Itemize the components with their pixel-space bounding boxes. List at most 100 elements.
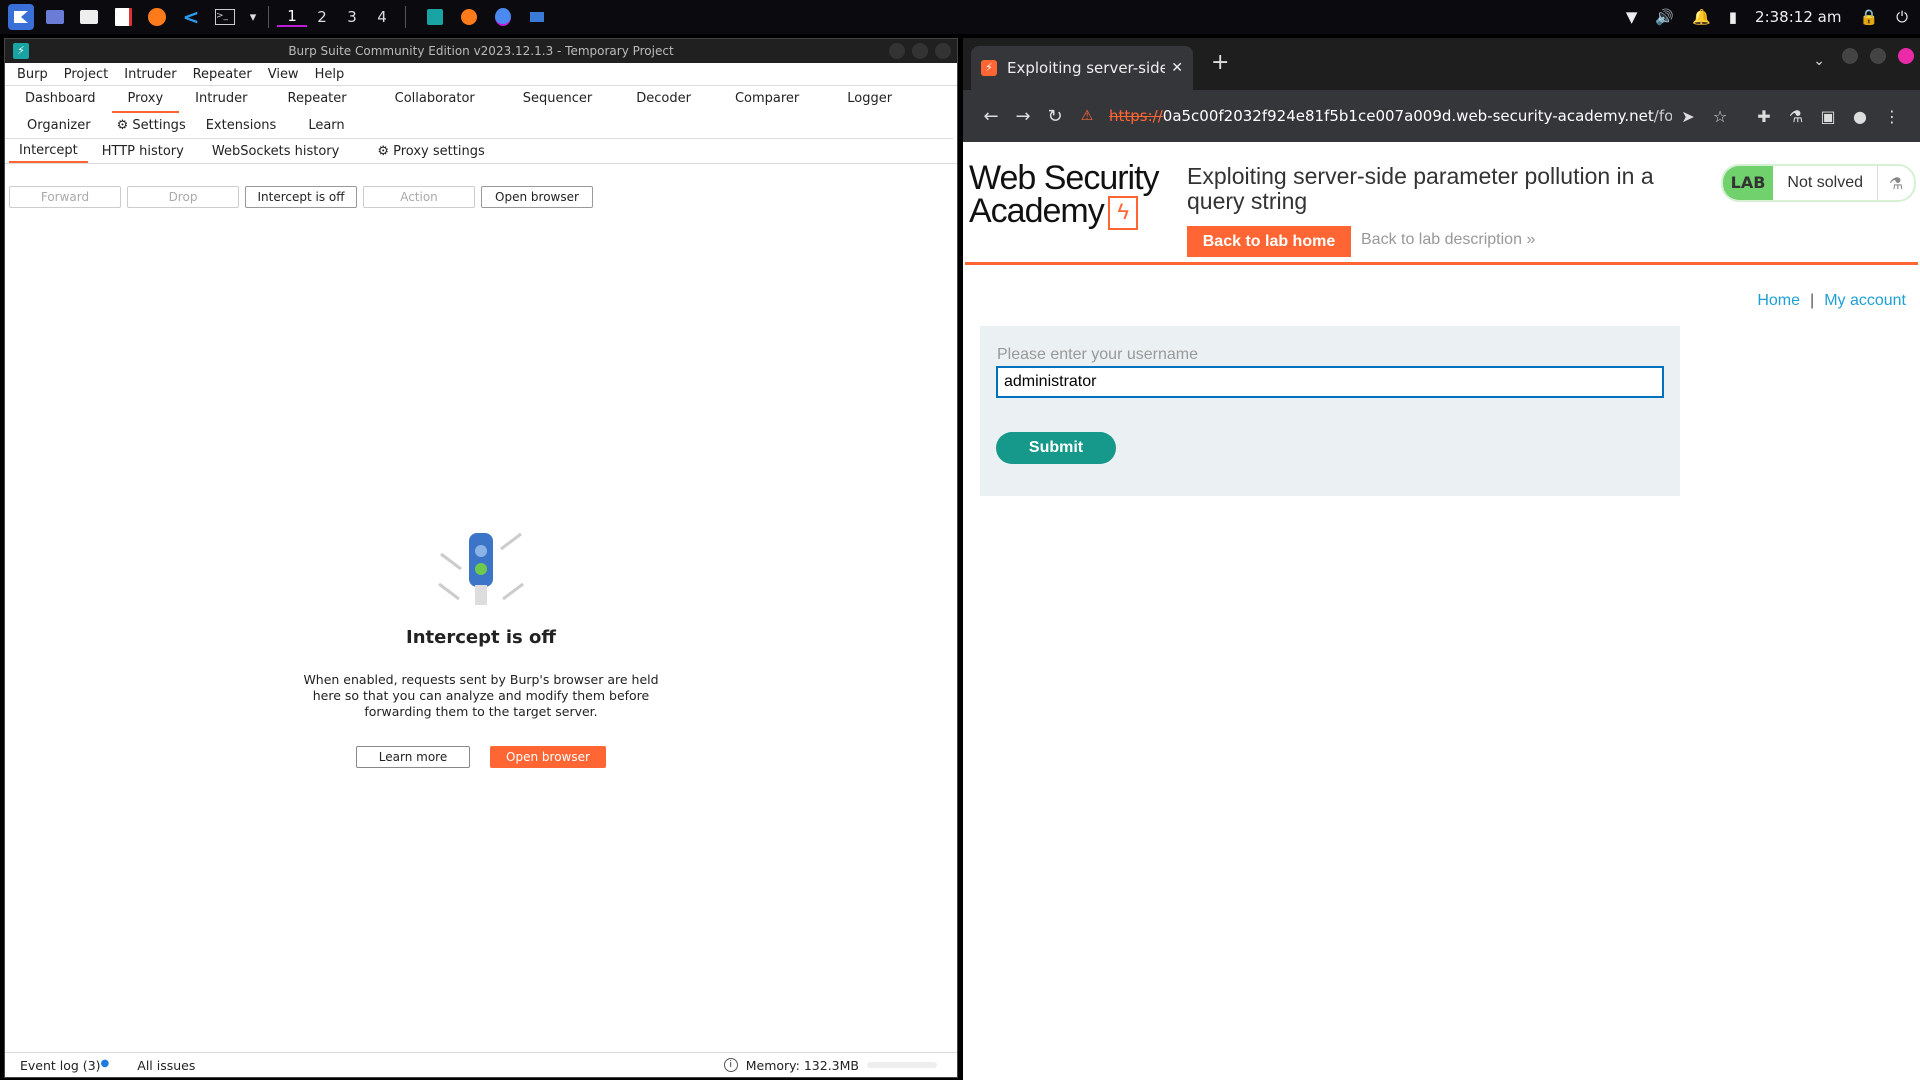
info-icon: i [723,1058,738,1072]
event-log-link[interactable]: Event log (3)● [20,1058,109,1073]
tab-settings[interactable]: ⚙ Settings [109,115,194,138]
home-link[interactable]: Home [1757,292,1800,309]
menu-project[interactable]: Project [56,67,116,82]
document-icon[interactable] [110,4,136,30]
tab-collaborator[interactable]: Collaborator [371,88,499,111]
url-host: 0a5c00f2032f924e81f5b1ce007a009d.web-sec… [1162,107,1654,125]
back-to-lab-home-button[interactable]: Back to lab home [1187,226,1351,257]
burp-window-title: Burp Suite Community Edition v2023.12.1.… [288,44,674,58]
window-taskbar-icon[interactable] [524,4,550,30]
menu-burp[interactable]: Burp [9,67,56,82]
portswigger-favicon-icon: ⚡ [981,60,997,76]
lock-icon[interactable]: 🔒 [1859,8,1878,26]
forgot-password-form: Please enter your username Submit [980,326,1680,496]
menu-help[interactable]: Help [307,67,353,82]
maximize-button[interactable] [1870,48,1886,64]
clock[interactable]: 2:38:12 am [1755,8,1841,26]
subtab-proxy-settings[interactable]: ⚙ Proxy settings [363,141,498,162]
event-log-label: Event log (3) [20,1057,101,1073]
reload-icon[interactable]: ↻ [1039,106,1071,127]
wifi-icon[interactable]: ▼ [1626,8,1638,26]
menu-view[interactable]: View [260,67,307,82]
lab-badge: LAB [1722,166,1774,200]
chromium-taskbar-icon[interactable] [490,4,516,30]
intercept-toolbar: Forward Drop Intercept is off Action Ope… [5,186,957,208]
profile-icon[interactable]: ● [1844,107,1876,126]
system-tray: ▼ 🔊 🔔 ▮ 2:38:12 am 🔒 ⏻ [1626,0,1908,34]
close-button[interactable] [1898,48,1914,64]
address-bar[interactable]: https://0a5c00f2032f924e81f5b1ce007a009d… [1109,99,1672,133]
battery-icon[interactable]: ▮ [1729,8,1737,26]
workspace-1[interactable]: 1 [277,7,307,27]
window-controls [889,43,951,59]
file-manager-icon[interactable] [76,4,102,30]
burp-taskbar-icon[interactable] [422,4,448,30]
learn-more-button[interactable]: Learn more [356,746,470,768]
power-icon[interactable]: ⏻ [1896,8,1908,26]
tab-decoder[interactable]: Decoder [616,88,711,111]
minimize-button[interactable] [1842,48,1858,64]
notification-dot-icon: ● [100,1057,110,1069]
drop-button[interactable]: Drop [127,186,239,208]
maximize-button[interactable] [912,43,928,59]
chevron-down-icon[interactable]: ▾ [246,4,260,30]
back-to-lab-description-label: Back to lab description [1361,231,1522,248]
subtab-http-history[interactable]: HTTP history [88,141,198,162]
username-input[interactable] [996,366,1664,398]
tab-logger[interactable]: Logger [823,88,916,111]
back-arrow-icon[interactable]: ← [975,106,1007,127]
desktop-icon[interactable] [42,4,68,30]
account-nav: Home | My account [1757,292,1906,310]
workspace-2[interactable]: 2 [307,8,337,26]
send-icon[interactable]: ➤ [1672,107,1704,126]
memory-usage: Memory: 132.3MB [745,1057,859,1073]
firefox-taskbar-icon[interactable] [456,4,482,30]
subtab-websockets-history[interactable]: WebSockets history [198,141,353,162]
all-issues-link[interactable]: All issues [137,1058,195,1073]
new-tab-button[interactable]: + [1211,50,1229,75]
intercept-description: When enabled, requests sent by Burp's br… [303,672,659,719]
my-account-link[interactable]: My account [1824,292,1906,309]
submit-button[interactable]: Submit [996,432,1116,464]
burp-titlebar: ⚡ Burp Suite Community Edition v2023.12.… [5,39,957,63]
subtab-intercept[interactable]: Intercept [9,140,88,163]
tab-extensions[interactable]: Extensions [194,115,289,138]
side-panel-icon[interactable]: ▣ [1812,107,1844,126]
tab-learn[interactable]: Learn [288,115,364,138]
workspace-4[interactable]: 4 [367,8,397,26]
back-to-lab-description-link[interactable]: Back to lab description » [1361,231,1535,249]
forward-arrow-icon[interactable]: → [1007,106,1039,127]
tab-organizer[interactable]: Organizer [9,115,109,138]
app-launcher-icon[interactable] [8,4,34,30]
volume-icon[interactable]: 🔊 [1655,8,1674,26]
kebab-menu-icon[interactable]: ⋮ [1876,107,1908,126]
web-security-academy-logo[interactable]: Web Security Academy ϟ [969,161,1160,231]
intercept-toggle-button[interactable]: Intercept is off [245,186,357,208]
terminal-icon[interactable]: >_ [212,4,238,30]
open-browser-cta-button[interactable]: Open browser [490,746,606,768]
tab-repeater[interactable]: Repeater [264,88,371,111]
notification-bell-icon[interactable]: 🔔 [1692,8,1711,26]
extensions-icon[interactable]: ✚ [1748,107,1780,126]
open-browser-button[interactable]: Open browser [481,186,593,208]
vscode-icon[interactable]: < [178,4,204,30]
bookmark-star-icon[interactable]: ☆ [1704,107,1736,126]
tab-comparer[interactable]: Comparer [711,88,823,111]
tab-sequencer[interactable]: Sequencer [499,88,616,111]
minimize-button[interactable] [889,43,905,59]
menu-repeater[interactable]: Repeater [185,67,260,82]
tab-search-chevron-icon[interactable]: ⌄ [1813,53,1825,69]
tab-proxy[interactable]: Proxy [111,88,180,113]
menu-intruder[interactable]: Intruder [116,67,184,82]
insecure-warning-icon[interactable]: ⚠ [1071,108,1103,124]
tab-dashboard[interactable]: Dashboard [9,88,112,111]
close-tab-icon[interactable]: ✕ [1171,60,1183,76]
workspace-3[interactable]: 3 [337,8,367,26]
firefox-icon[interactable] [144,4,170,30]
close-button[interactable] [935,43,951,59]
browser-tab[interactable]: ⚡ Exploiting server-side pa ✕ [971,46,1193,90]
action-button[interactable]: Action [363,186,475,208]
forward-button[interactable]: Forward [9,186,121,208]
lab-flask-icon[interactable]: ⚗ [1780,107,1812,126]
tab-intruder[interactable]: Intruder [179,88,263,111]
